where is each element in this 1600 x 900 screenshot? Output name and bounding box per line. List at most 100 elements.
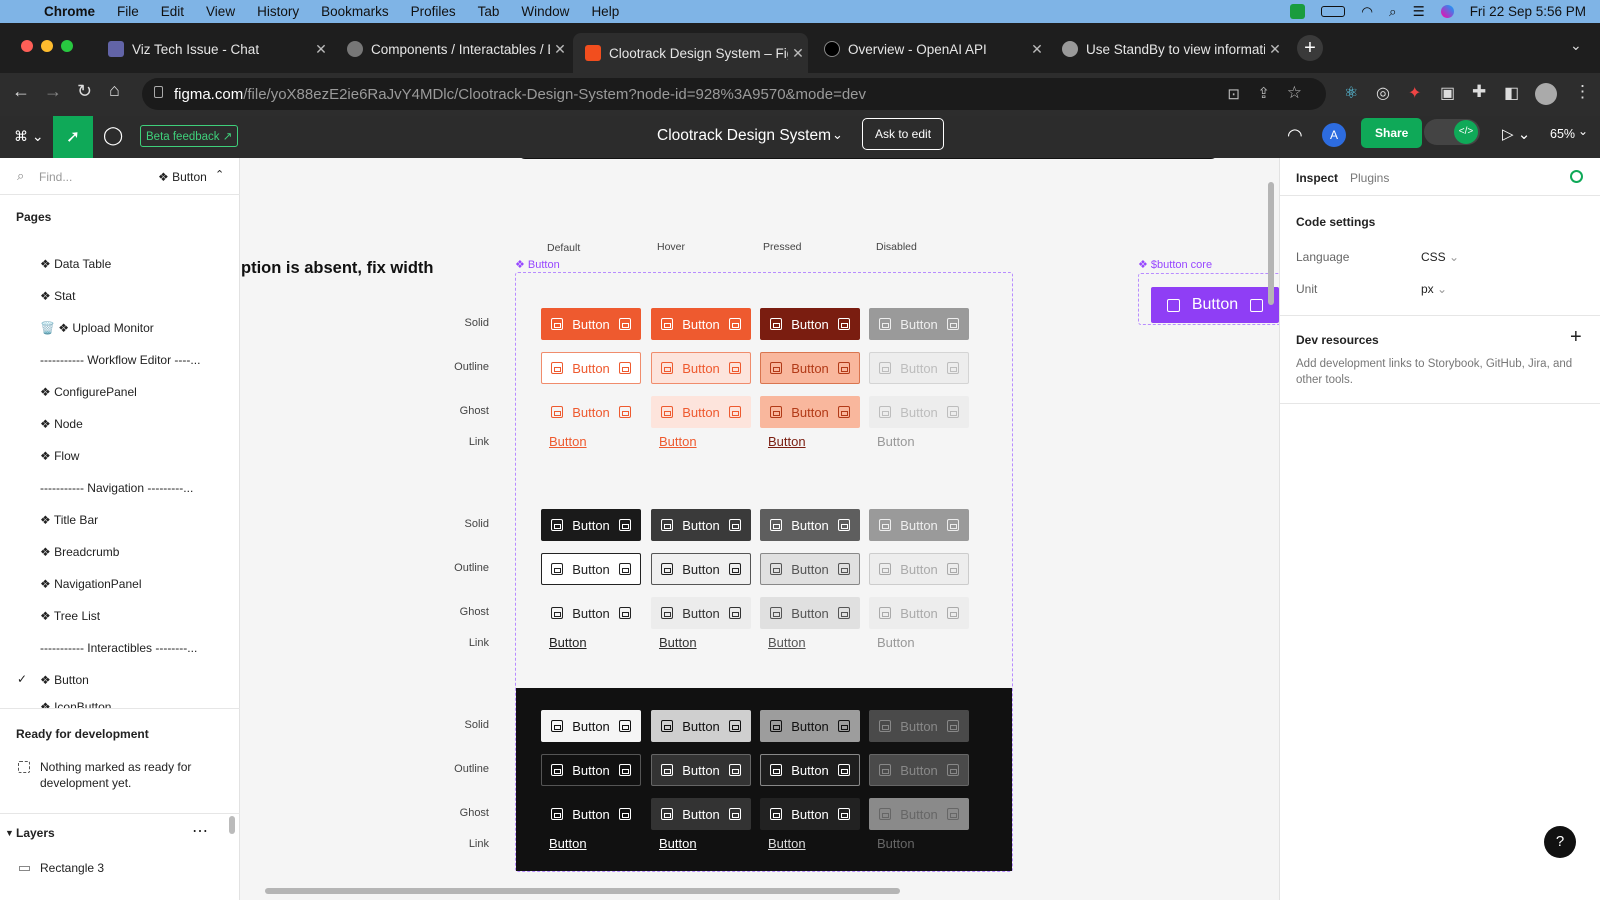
file-title[interactable]: Clootrack Design System	[657, 127, 831, 145]
comment-icon[interactable]: ◯	[103, 125, 123, 146]
tab-openai[interactable]: Overview - OpenAI API ✕	[812, 33, 1047, 65]
page-icon-button[interactable]: ❖ IconButton	[40, 700, 111, 708]
install-icon[interactable]: ⊡	[1227, 85, 1240, 103]
inverse-solid-hover-button[interactable]: Button	[651, 710, 751, 742]
inverse-link-disabled-button[interactable]: Button	[877, 836, 915, 851]
tab-figma-active[interactable]: Clootrack Design System – Fig ✕	[573, 33, 808, 73]
inverse-outline-default-button[interactable]: Button	[541, 754, 641, 786]
neutral-outline-pressed-button[interactable]: Button	[760, 553, 860, 585]
neutral-ghost-hover-button[interactable]: Button	[651, 597, 751, 629]
layer-rectangle-3[interactable]: Rectangle 3	[40, 861, 104, 875]
extension-color-icon[interactable]: ✦	[1408, 83, 1421, 103]
accent-outline-default-button[interactable]: Button	[541, 352, 641, 384]
inverse-solid-default-button[interactable]: Button	[541, 710, 641, 742]
maximize-window-icon[interactable]	[61, 40, 73, 52]
extension-target-icon[interactable]: ◎	[1376, 83, 1390, 103]
core-component-label[interactable]: ❖ $button core	[1138, 258, 1212, 271]
ask-to-edit-button[interactable]: Ask to edit	[862, 118, 945, 150]
page-stat[interactable]: ❖ Stat	[40, 289, 75, 303]
neutral-solid-disabled-button[interactable]: Button	[869, 509, 969, 541]
close-tab-icon[interactable]: ✕	[550, 41, 570, 58]
close-tab-icon[interactable]: ✕	[311, 41, 331, 58]
menu-edit[interactable]: Edit	[161, 4, 184, 19]
neutral-outline-default-button[interactable]: Button	[541, 553, 641, 585]
forward-icon[interactable]: →	[44, 81, 62, 102]
extension-screen-icon[interactable]: ▣	[1440, 83, 1455, 103]
component-set-label[interactable]: ❖ Button	[515, 258, 560, 271]
menu-window[interactable]: Window	[521, 4, 569, 19]
tab-plugins[interactable]: Plugins	[1350, 171, 1389, 185]
move-tool-icon[interactable]: ➚	[53, 116, 93, 158]
accent-outline-disabled-button[interactable]: Button	[869, 352, 969, 384]
accent-link-pressed-button[interactable]: Button	[768, 434, 806, 449]
language-select[interactable]: CSS ⌄	[1421, 250, 1459, 264]
side-panel-icon[interactable]: ◧	[1504, 83, 1519, 103]
chevron-up-icon[interactable]: ⌃	[215, 168, 224, 181]
profile-avatar-icon[interactable]	[1535, 83, 1557, 105]
inverse-solid-pressed-button[interactable]: Button	[760, 710, 860, 742]
accent-solid-disabled-button[interactable]: Button	[869, 308, 969, 340]
more-options-icon[interactable]: ⋯	[192, 821, 208, 841]
back-icon[interactable]: ←	[12, 81, 30, 102]
accent-ghost-default-button[interactable]: Button	[541, 396, 641, 428]
inverse-solid-disabled-button[interactable]: Button	[869, 710, 969, 742]
page-configure-panel[interactable]: ❖ ConfigurePanel	[40, 385, 137, 399]
neutral-ghost-default-button[interactable]: Button	[541, 597, 641, 629]
headphones-icon[interactable]: ◠	[1287, 125, 1303, 146]
page-navigation-divider[interactable]: ----------- Navigation ---------...	[40, 481, 193, 495]
close-window-icon[interactable]	[21, 40, 33, 52]
menu-file[interactable]: File	[117, 4, 139, 19]
tab-search-icon[interactable]: ⌄	[1570, 37, 1582, 54]
battery-icon[interactable]	[1321, 6, 1346, 17]
design-canvas[interactable]: ption is absent, fix width Default Hover…	[241, 158, 1279, 900]
accent-solid-pressed-button[interactable]: Button	[760, 308, 860, 340]
new-tab-icon[interactable]: +	[1297, 35, 1323, 61]
chevron-down-icon[interactable]: ⌄	[832, 127, 843, 143]
menu-tab[interactable]: Tab	[478, 4, 500, 19]
neutral-link-disabled-button[interactable]: Button	[877, 635, 915, 650]
page-navigation-panel[interactable]: ❖ NavigationPanel	[40, 577, 141, 591]
page-flow[interactable]: ❖ Flow	[40, 449, 79, 463]
accent-link-hover-button[interactable]: Button	[659, 434, 697, 449]
neutral-link-hover-button[interactable]: Button	[659, 635, 697, 650]
dev-mode-toggle[interactable]: </>	[1424, 119, 1480, 145]
menu-history[interactable]: History	[257, 4, 299, 19]
zoom-level[interactable]: 65%	[1550, 127, 1575, 141]
accent-ghost-hover-button[interactable]: Button	[651, 396, 751, 428]
figma-main-menu-icon[interactable]: ⌘ ⌄	[14, 128, 44, 145]
close-tab-icon[interactable]: ✕	[788, 45, 808, 62]
inverse-outline-hover-button[interactable]: Button	[651, 754, 751, 786]
inverse-link-default-button[interactable]: Button	[549, 836, 587, 851]
accent-solid-default-button[interactable]: Button	[541, 308, 641, 340]
home-icon[interactable]: ⌂	[109, 80, 120, 101]
help-button[interactable]: ?	[1544, 826, 1576, 858]
inverse-outline-pressed-button[interactable]: Button	[760, 754, 860, 786]
canvas-horizontal-scrollbar[interactable]	[265, 888, 900, 894]
page-breadcrumb[interactable]: ❖ Breadcrumb	[40, 545, 119, 559]
inverse-ghost-pressed-button[interactable]: Button	[760, 798, 860, 830]
inverse-link-hover-button[interactable]: Button	[659, 836, 697, 851]
inverse-outline-disabled-button[interactable]: Button	[869, 754, 969, 786]
menu-profiles[interactable]: Profiles	[411, 4, 456, 19]
extension-react-icon[interactable]: ⚛	[1344, 83, 1358, 103]
page-data-table[interactable]: ❖ Data Table	[40, 257, 111, 271]
inverse-link-pressed-button[interactable]: Button	[768, 836, 806, 851]
app-status-icon[interactable]	[1290, 4, 1306, 19]
accent-link-default-button[interactable]: Button	[549, 434, 587, 449]
unit-select[interactable]: px ⌄	[1421, 282, 1447, 296]
inverse-ghost-hover-button[interactable]: Button	[651, 798, 751, 830]
zoom-chevron-icon[interactable]: ⌄	[1578, 124, 1588, 138]
page-upload-monitor[interactable]: 🗑️ ❖ Upload Monitor	[40, 321, 154, 335]
accent-outline-pressed-button[interactable]: Button	[760, 352, 860, 384]
siri-icon[interactable]	[1440, 5, 1454, 18]
layers-caret-icon[interactable]: ▼	[5, 828, 14, 838]
menu-bookmarks[interactable]: Bookmarks	[321, 4, 389, 19]
neutral-ghost-pressed-button[interactable]: Button	[760, 597, 860, 629]
tab-standby[interactable]: Use StandBy to view informatio ✕	[1050, 33, 1285, 65]
present-play-icon[interactable]: ▷ ⌄	[1502, 125, 1530, 143]
neutral-link-pressed-button[interactable]: Button	[768, 635, 806, 650]
neutral-ghost-disabled-button[interactable]: Button	[869, 597, 969, 629]
inverse-ghost-default-button[interactable]: Button	[541, 798, 641, 830]
accent-ghost-pressed-button[interactable]: Button	[760, 396, 860, 428]
add-resource-icon[interactable]: +	[1570, 326, 1582, 349]
